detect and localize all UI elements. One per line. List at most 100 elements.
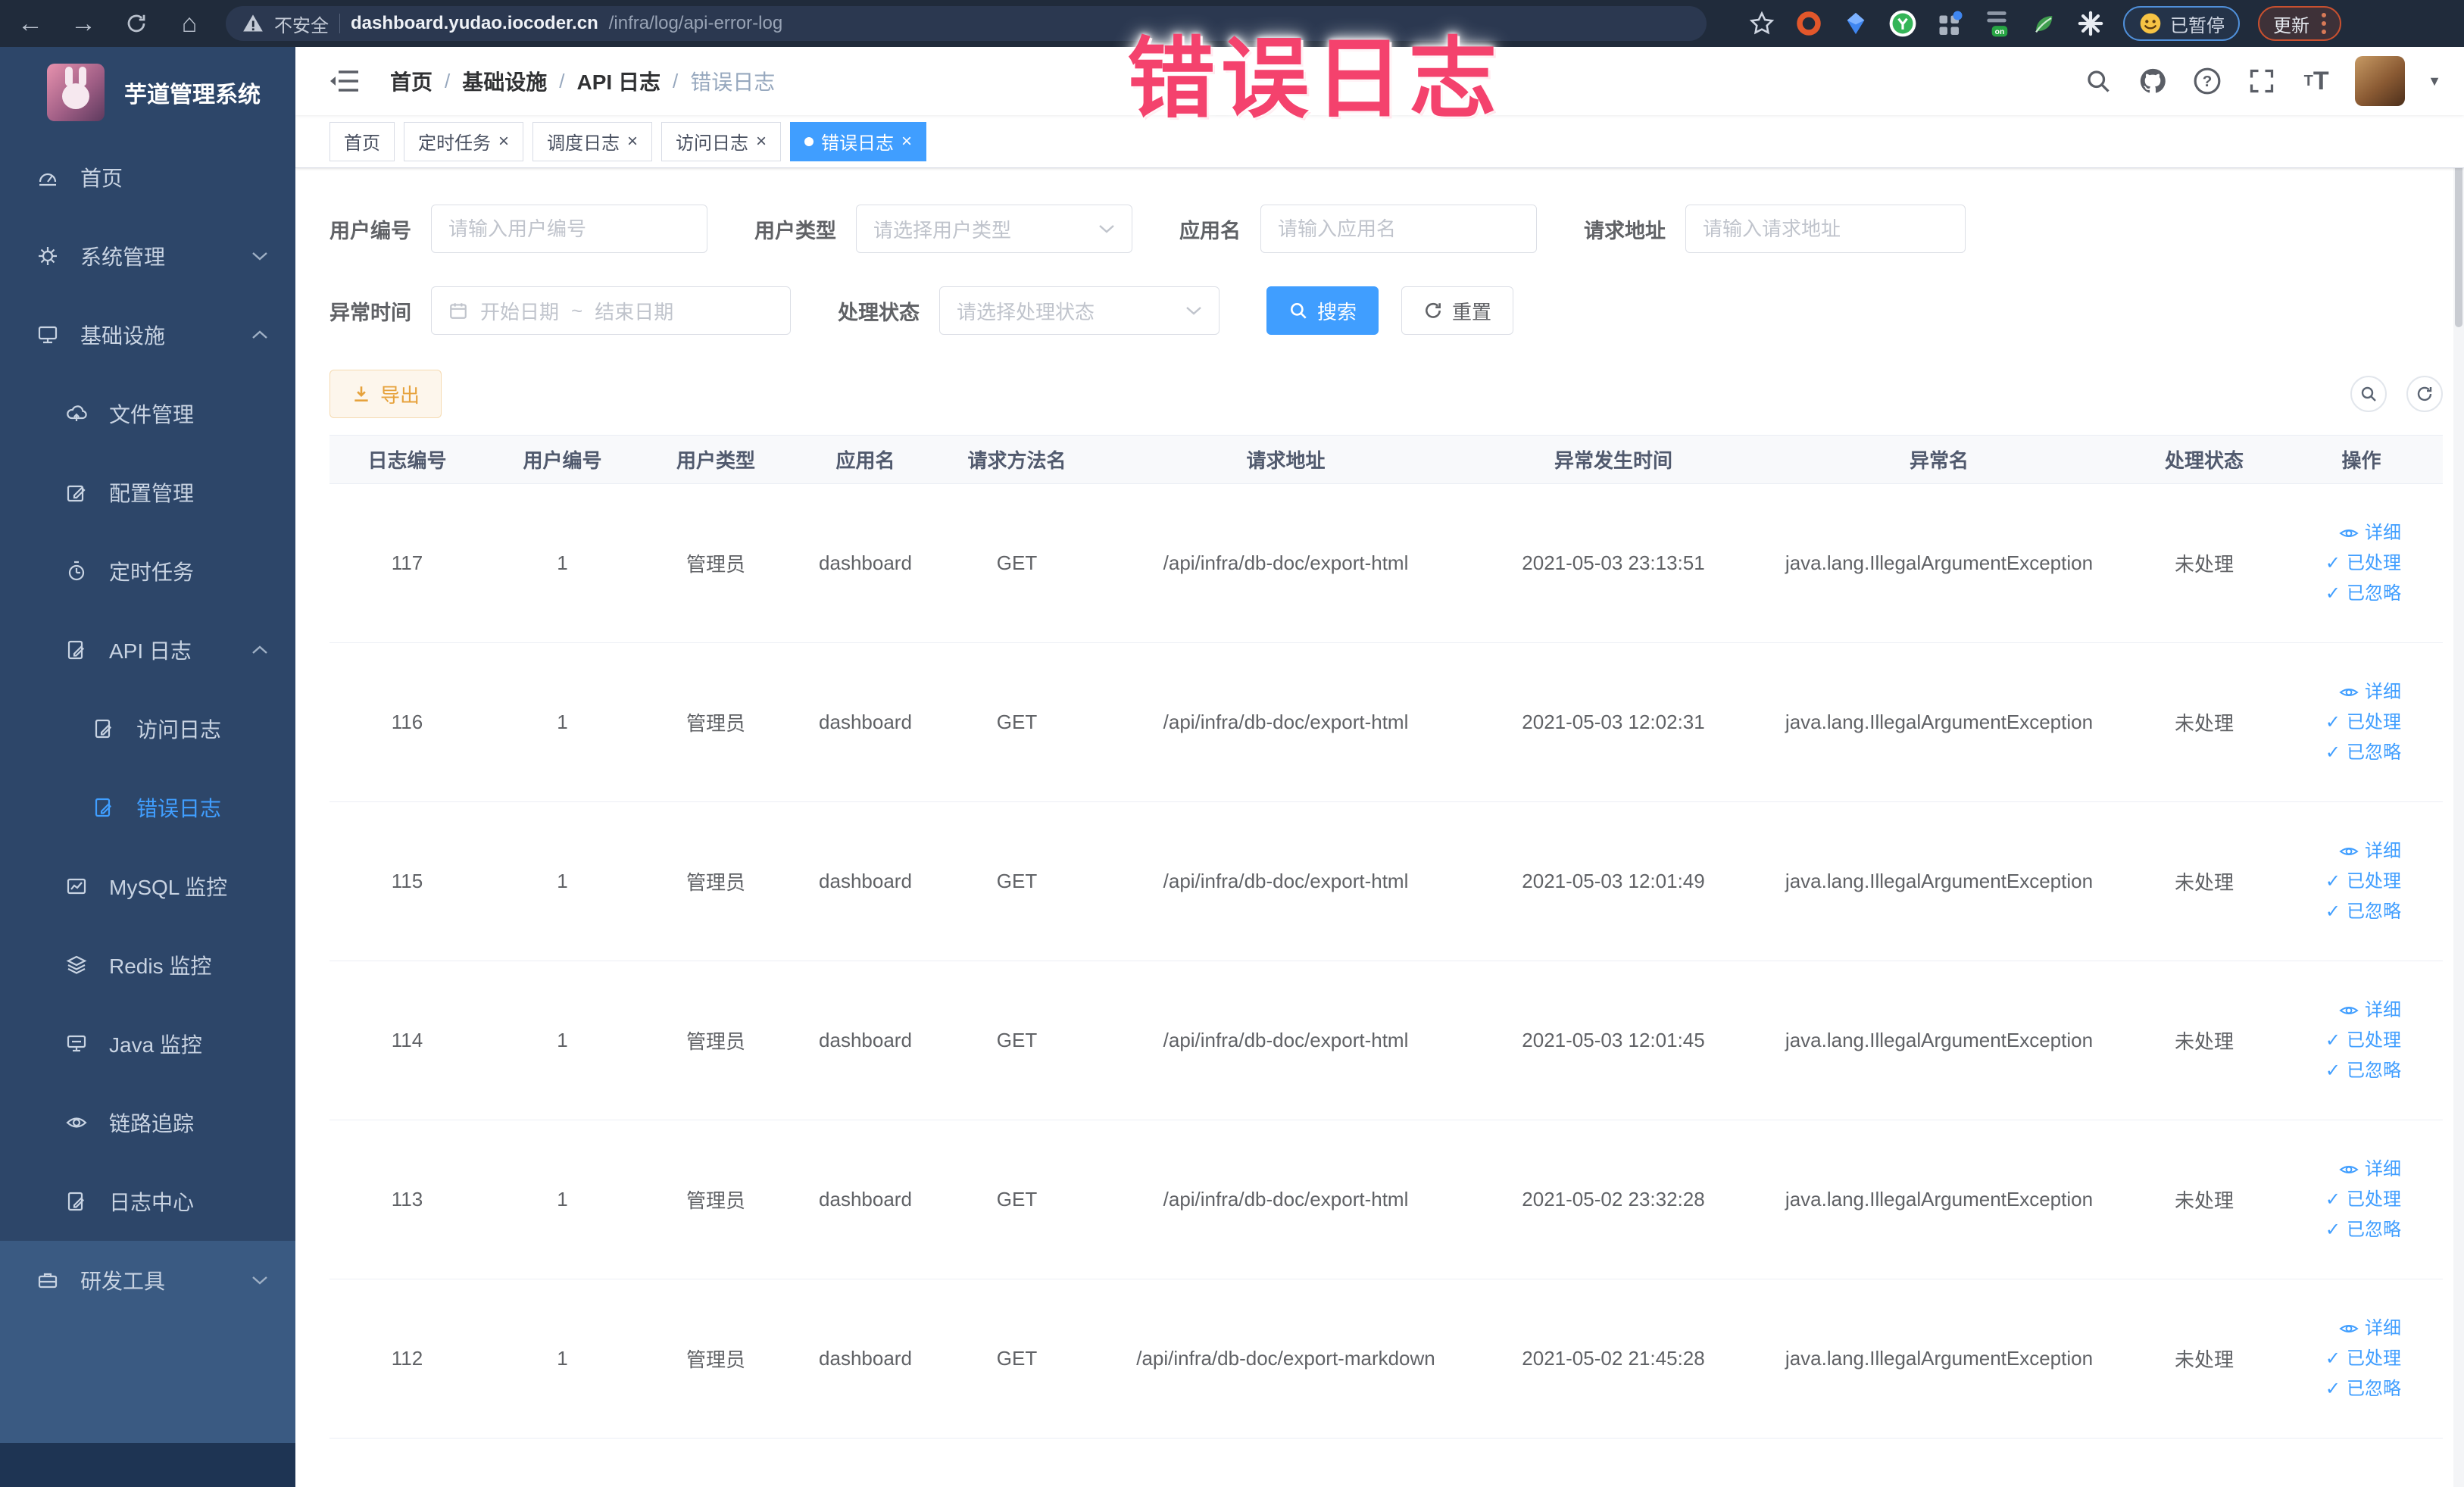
sidebar-item-file[interactable]: 文件管理	[0, 374, 295, 453]
mark-done-link[interactable]: ✓ 已处理	[2280, 1344, 2401, 1374]
extension-star-icon[interactable]	[2076, 9, 2105, 38]
fullscreen-icon[interactable]	[2246, 65, 2278, 97]
page-annotation-title: 错误日志	[1127, 30, 1503, 128]
forward-button[interactable]: →	[67, 7, 100, 40]
app-name-label: 应用名	[1179, 219, 1241, 242]
tab-error-log[interactable]: 错误日志 ×	[790, 121, 927, 161]
caret-down-icon[interactable]: ▼	[2428, 73, 2441, 89]
close-icon[interactable]: ×	[498, 132, 509, 151]
app-logo-row[interactable]: 芋道管理系统	[0, 47, 295, 138]
mark-ignore-link[interactable]: ✓ 已忽略	[2280, 1374, 2401, 1404]
user-type-select[interactable]: 请选择用户类型	[856, 205, 1132, 253]
app-name-input[interactable]	[1278, 217, 1519, 241]
breadcrumb-infra[interactable]: 基础设施	[462, 66, 547, 96]
export-button[interactable]: 导出	[329, 370, 442, 418]
extension-switch-on-icon[interactable]: on	[1982, 9, 2011, 38]
mark-done-link[interactable]: ✓ 已处理	[2280, 708, 2401, 738]
detail-link[interactable]: 详细	[2280, 677, 2401, 708]
extension-leaf-icon[interactable]	[2029, 9, 2058, 38]
request-url-input[interactable]	[1703, 217, 1948, 241]
chevron-down-icon	[251, 1275, 268, 1286]
sidebar-item-tracing[interactable]: 链路追踪	[0, 1083, 295, 1162]
mark-ignore-link[interactable]: ✓ 已忽略	[2280, 1056, 2401, 1086]
back-button[interactable]: ←	[14, 7, 47, 40]
close-icon[interactable]: ×	[627, 132, 638, 151]
bookmark-star-icon[interactable]	[1747, 9, 1776, 38]
detail-link[interactable]: 详细	[2280, 1154, 2401, 1185]
font-size-icon[interactable]: TT	[2300, 65, 2332, 97]
mark-done-link[interactable]: ✓ 已处理	[2280, 1185, 2401, 1215]
timer-icon	[65, 560, 88, 583]
sidebar-item-home[interactable]: 首页	[0, 138, 295, 217]
tab-job[interactable]: 定时任务 ×	[404, 121, 524, 161]
mark-done-link[interactable]: ✓ 已处理	[2280, 867, 2401, 897]
scrollbar[interactable]	[2453, 47, 2464, 1487]
sidebar: 芋道管理系统 首页 系统管理 基础设施 文件管理 配置管理 定时任务 API 日…	[0, 47, 295, 1487]
check-icon: ✓	[2325, 1219, 2341, 1240]
mark-done-link[interactable]: ✓ 已处理	[2280, 1026, 2401, 1056]
table-row: 117 1 管理员 dashboard GET /api/infra/db-do…	[329, 483, 2443, 643]
extension-grid-icon[interactable]	[1935, 9, 1964, 38]
layers-icon	[65, 954, 88, 976]
divider	[339, 14, 340, 33]
tab-job-log[interactable]: 调度日志 ×	[532, 121, 653, 161]
sidebar-item-job[interactable]: 定时任务	[0, 532, 295, 611]
sidebar-item-mysql[interactable]: MySQL 监控	[0, 847, 295, 926]
cloud-upload-icon	[65, 402, 88, 425]
reset-button[interactable]: 重置	[1401, 286, 1514, 335]
sidebar-item-devtool[interactable]: 研发工具	[0, 1241, 295, 1320]
help-icon[interactable]: ?	[2191, 65, 2223, 97]
process-status-select[interactable]: 请选择处理状态	[939, 286, 1220, 335]
eye-icon	[2339, 526, 2359, 540]
close-icon[interactable]: ×	[756, 132, 767, 151]
download-icon	[351, 384, 371, 404]
mark-done-link[interactable]: ✓ 已处理	[2280, 548, 2401, 579]
mark-ignore-link[interactable]: ✓ 已忽略	[2280, 579, 2401, 609]
close-icon[interactable]: ×	[901, 132, 912, 151]
extension-green-circle-icon[interactable]	[1888, 9, 1917, 38]
tab-home[interactable]: 首页	[329, 121, 395, 161]
mark-ignore-link[interactable]: ✓ 已忽略	[2280, 897, 2401, 927]
eye-icon	[2339, 686, 2359, 699]
sidebar-item-error-log[interactable]: 错误日志	[0, 768, 295, 847]
hamburger-icon[interactable]	[329, 68, 360, 94]
refresh-icon[interactable]	[2406, 376, 2443, 412]
search-button[interactable]: 搜索	[1266, 286, 1379, 335]
status-badge: 未处理	[2128, 1120, 2280, 1279]
sidebar-item-redis[interactable]: Redis 监控	[0, 926, 295, 1004]
detail-link[interactable]: 详细	[2280, 836, 2401, 867]
reload-button[interactable]	[120, 7, 153, 40]
sidebar-item-api-log[interactable]: API 日志	[0, 611, 295, 689]
detail-link[interactable]: 详细	[2280, 518, 2401, 548]
extension-shield-icon[interactable]	[1841, 9, 1870, 38]
extension-ring-icon[interactable]	[1794, 9, 1823, 38]
github-icon[interactable]	[2137, 65, 2169, 97]
date-range-picker[interactable]: 开始日期 ~ 结束日期	[431, 286, 791, 335]
home-button[interactable]: ⌂	[173, 7, 206, 40]
extension-paused-pill[interactable]: 已暂停	[2123, 6, 2240, 41]
chevron-down-icon	[1098, 223, 1115, 234]
check-icon: ✓	[2325, 1348, 2341, 1369]
tab-access-log[interactable]: 访问日志 ×	[661, 121, 782, 161]
sidebar-item-system[interactable]: 系统管理	[0, 217, 295, 295]
search-icon[interactable]	[2082, 65, 2114, 97]
svg-text:?: ?	[2203, 73, 2213, 90]
detail-link[interactable]: 详细	[2280, 1314, 2401, 1344]
breadcrumb-api-log[interactable]: API 日志	[577, 66, 661, 96]
sidebar-item-config[interactable]: 配置管理	[0, 453, 295, 532]
chevron-up-icon	[251, 330, 268, 340]
search-toggle-icon[interactable]	[2350, 376, 2387, 412]
browser-update-button[interactable]: 更新	[2258, 6, 2341, 41]
breadcrumb-home[interactable]: 首页	[390, 66, 433, 96]
sidebar-item-java[interactable]: Java 监控	[0, 1004, 295, 1083]
avatar[interactable]	[2355, 56, 2406, 106]
detail-link[interactable]: 详细	[2280, 995, 2401, 1026]
user-id-input[interactable]	[448, 217, 690, 241]
chart-icon	[65, 875, 88, 898]
kebab-menu-icon[interactable]	[2322, 13, 2326, 34]
sidebar-item-access-log[interactable]: 访问日志	[0, 689, 295, 768]
sidebar-item-log-center[interactable]: 日志中心	[0, 1162, 295, 1241]
mark-ignore-link[interactable]: ✓ 已忽略	[2280, 738, 2401, 768]
sidebar-item-infra[interactable]: 基础设施	[0, 295, 295, 374]
mark-ignore-link[interactable]: ✓ 已忽略	[2280, 1215, 2401, 1245]
